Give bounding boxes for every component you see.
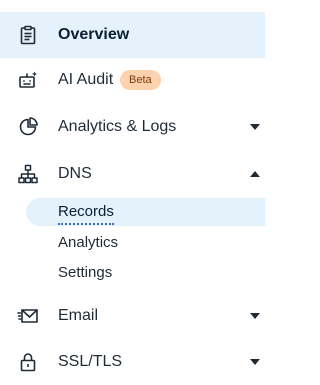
subnav-item-settings[interactable]: Settings [0, 259, 265, 287]
subnav-item-records[interactable]: Records [0, 198, 265, 226]
lock-icon [18, 352, 38, 372]
nav-item-label: SSL/TLS [58, 353, 123, 370]
sitemap-icon [18, 164, 38, 184]
chevron-down-icon[interactable] [250, 124, 260, 130]
nav-item-overview[interactable]: Overview [0, 12, 265, 58]
nav-item-label: Overview [58, 26, 130, 43]
nav-item-label: DNS [58, 165, 92, 182]
nav-item-analytics-logs[interactable]: Analytics & Logs [0, 104, 265, 150]
subnav-item-label: Records [58, 202, 114, 225]
subnav-item-analytics[interactable]: Analytics [0, 229, 265, 257]
nav-item-label: Email [58, 307, 99, 324]
nav-item-email[interactable]: Email [0, 293, 265, 339]
nav-item-ssl-tls[interactable]: SSL/TLS [0, 339, 265, 385]
subnav-item-label: Analytics [58, 234, 119, 251]
robot-icon [18, 70, 38, 90]
sidebar-nav: Overview AI Audit Beta Analytics & Logs [0, 0, 265, 374]
chevron-down-icon[interactable] [250, 359, 260, 365]
nav-item-ai-audit[interactable]: AI Audit Beta [0, 57, 265, 103]
nav-item-dns[interactable]: DNS [0, 151, 265, 197]
subnav-item-label: Settings [58, 264, 113, 281]
pie-chart-icon [18, 117, 38, 137]
envelope-icon [17, 306, 38, 326]
nav-item-label: AI Audit [58, 71, 114, 88]
beta-badge: Beta [120, 70, 161, 90]
chevron-down-icon[interactable] [250, 313, 260, 319]
clipboard-icon [18, 25, 38, 45]
chevron-up-icon[interactable] [250, 171, 260, 177]
nav-item-label: Analytics & Logs [58, 118, 177, 135]
